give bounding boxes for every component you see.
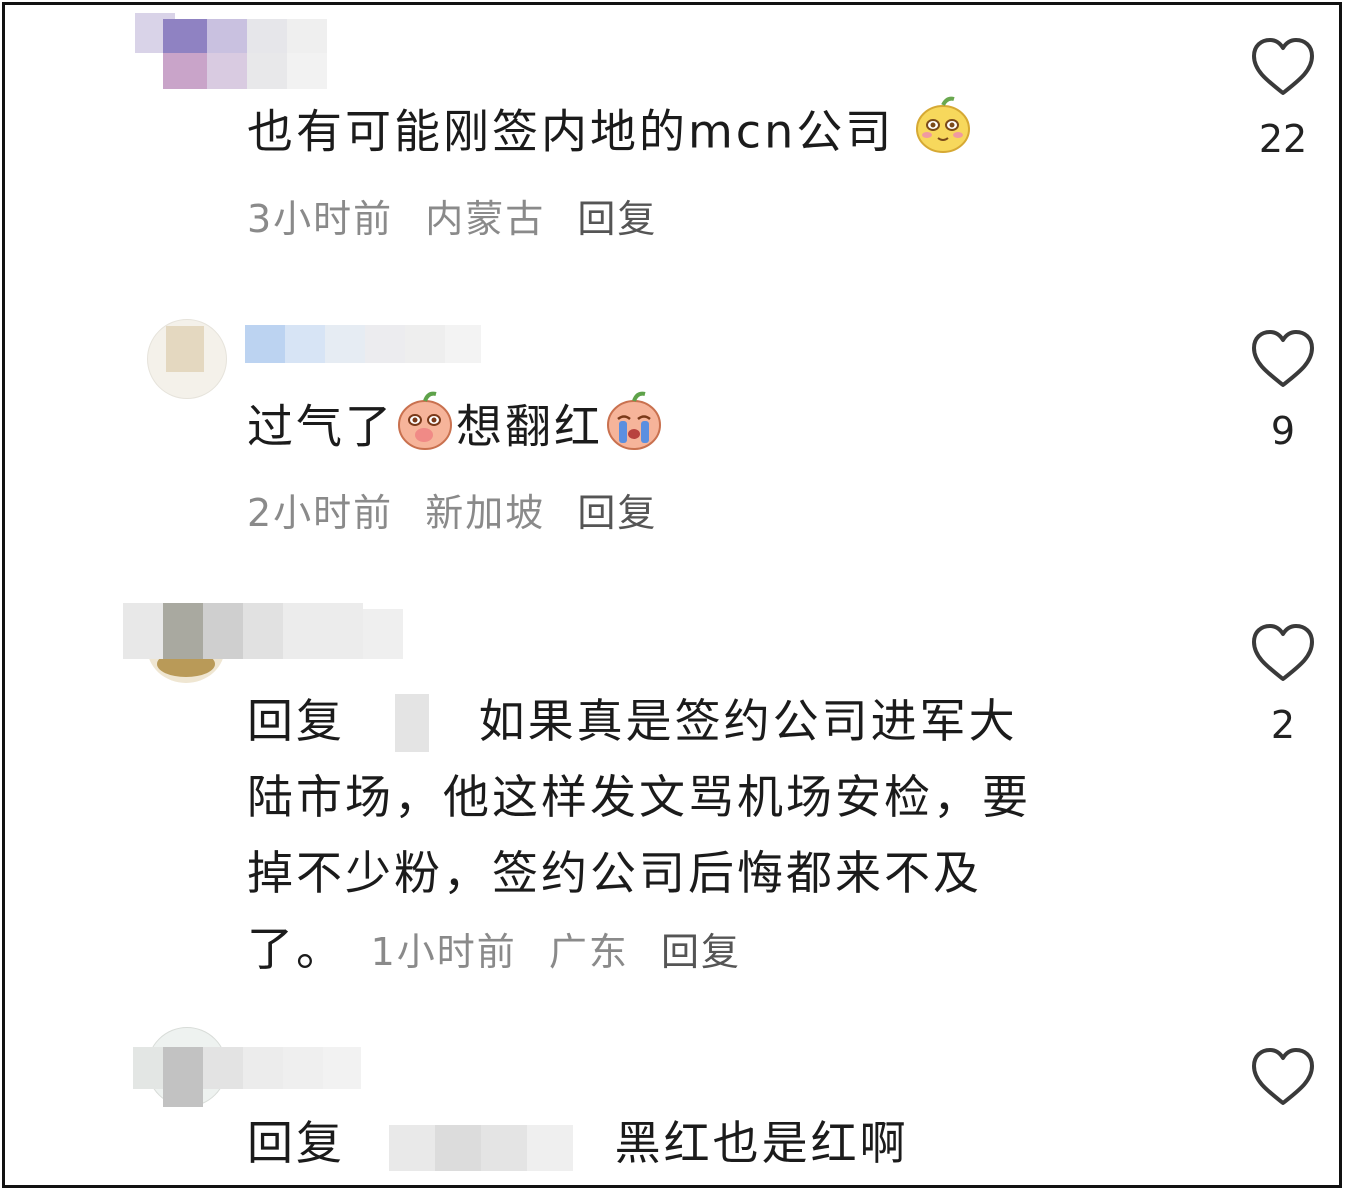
comment-body: 黑红也是红啊 (614, 1116, 909, 1170)
like-button[interactable]: 22 (1245, 35, 1321, 161)
mentioned-user-blurred[interactable] (385, 693, 445, 756)
comment-time: 2小时前 (247, 491, 394, 535)
comment-body: 了。 (247, 922, 345, 976)
comment-time: 3小时前 (247, 197, 394, 241)
user-avatar-blurred[interactable] (135, 13, 335, 93)
like-count: 22 (1258, 117, 1308, 161)
like-count: 9 (1270, 409, 1296, 453)
reply-button[interactable]: 回复 (577, 491, 657, 535)
username-blurred[interactable] (245, 303, 485, 367)
comment-body: 掉不少粉，签约公司后悔都来不及 (247, 846, 982, 900)
like-button[interactable] (1245, 1045, 1321, 1109)
comment-body: 也有可能刚签内地的mcn公司 (247, 104, 895, 159)
comment-text: 也有可能刚签内地的mcn公司 (247, 93, 974, 177)
comment-text: 陆市场，他这样发文骂机场安检，要 (247, 759, 1031, 835)
like-count: 2 (1270, 703, 1296, 747)
comment-meta: 3小时前 内蒙古 回复 (247, 181, 657, 257)
username-blurred[interactable] (133, 1041, 365, 1113)
reply-button[interactable]: 回复 (577, 197, 657, 241)
reply-prefix: 回复 (247, 694, 345, 748)
heart-outline-icon (1252, 1048, 1314, 1105)
face-palm-peach-emoji (394, 387, 456, 473)
comment-body: 陆市场，他这样发文骂机场安检，要 (247, 770, 1031, 824)
comment-text: 回复 黑红也是红啊 (247, 1105, 909, 1181)
comment-text: 掉不少粉，签约公司后悔都来不及 (247, 835, 982, 911)
comment-text: 回复 如果真是签约公司进军大 (247, 683, 1018, 759)
comment-body: 想翻红 (456, 399, 603, 454)
comment-meta: 2小时前 新加坡 回复 (247, 475, 657, 551)
heart-outline-icon (1252, 624, 1314, 681)
heart-outline-icon (1252, 38, 1314, 95)
reply-button[interactable]: 回复 (661, 930, 741, 974)
heart-outline-icon (1252, 330, 1314, 387)
user-avatar-blurred[interactable] (147, 319, 227, 399)
reply-prefix: 回复 (247, 1116, 345, 1170)
comment-location: 新加坡 (425, 491, 546, 535)
comment-body: 如果真是签约公司进军大 (478, 694, 1018, 748)
username-blurred[interactable] (123, 603, 413, 665)
comment-list: 也有可能刚签内地的mcn公司 3小时前 内蒙古 回复 22 过气了 想翻红 2小… (2, 2, 1342, 1188)
mentioned-user-blurred[interactable] (388, 1119, 575, 1175)
comment-time: 1小时前 (370, 930, 517, 974)
comment-meta: 1小时前 广东 回复 (371, 930, 741, 974)
comment-location: 内蒙古 (425, 197, 546, 241)
like-button[interactable]: 9 (1245, 327, 1321, 453)
shy-fruit-emoji (912, 93, 974, 177)
like-button[interactable]: 2 (1245, 621, 1321, 747)
comment-body: 过气了 (247, 399, 394, 454)
comment-text: 了。 1小时前 广东 回复 (247, 911, 741, 990)
comment-location: 广东 (548, 930, 629, 974)
crying-peach-emoji (603, 387, 665, 473)
comment-text: 过气了 想翻红 (247, 387, 665, 473)
